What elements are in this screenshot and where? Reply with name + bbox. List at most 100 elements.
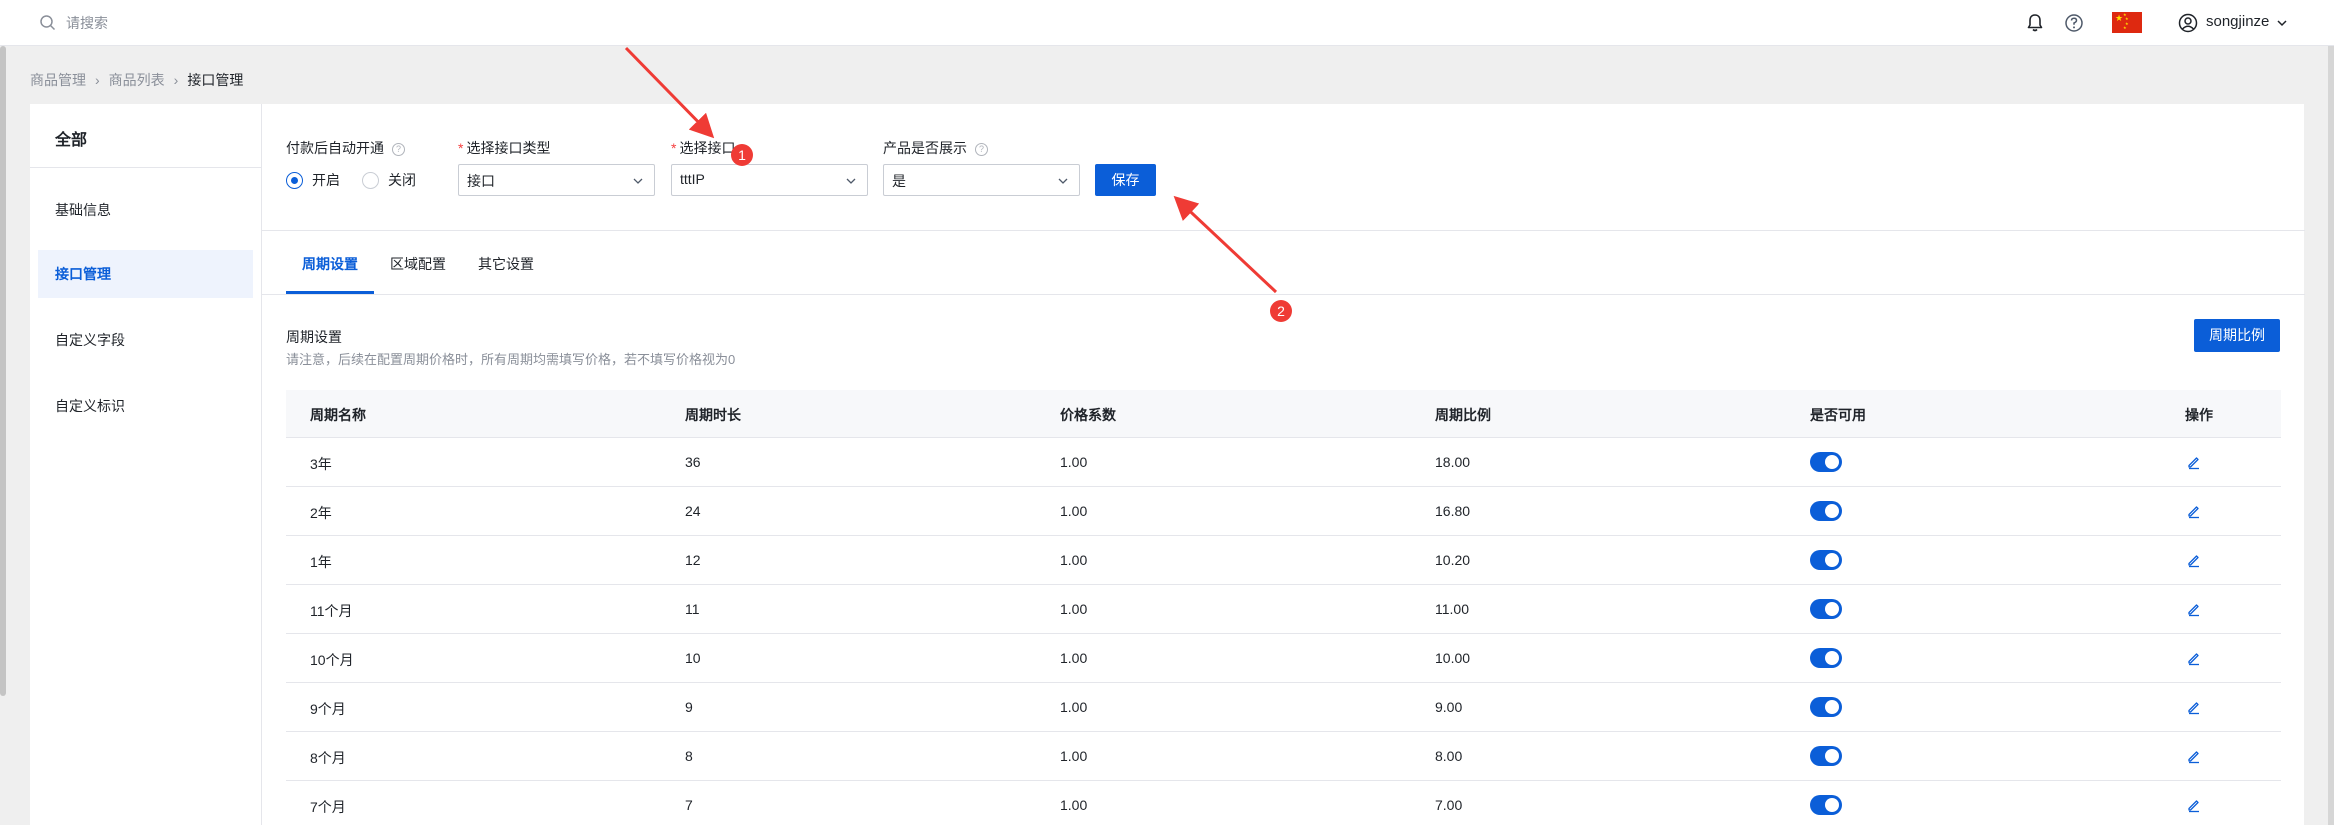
section-title: 周期设置 bbox=[286, 329, 342, 345]
period-ratio-button[interactable]: 周期比例 bbox=[2194, 319, 2280, 352]
enabled-toggle[interactable] bbox=[1810, 501, 1842, 521]
enabled-toggle[interactable] bbox=[1810, 697, 1842, 717]
edit-icon[interactable] bbox=[2186, 552, 2202, 568]
edit-icon[interactable] bbox=[2186, 699, 2202, 715]
edit-icon[interactable] bbox=[2186, 454, 2202, 470]
edit-icon[interactable] bbox=[2186, 503, 2202, 519]
sidebar-title: 全部 bbox=[30, 104, 261, 168]
left-scrollbar[interactable] bbox=[0, 46, 6, 696]
breadcrumb-item[interactable]: 商品列表 bbox=[109, 70, 165, 90]
tab-other-settings[interactable]: 其它设置 bbox=[478, 254, 534, 274]
table-cell: 36 bbox=[685, 454, 701, 470]
user-name[interactable]: songjinze bbox=[2206, 13, 2269, 30]
radio-off[interactable]: 关闭 bbox=[362, 170, 416, 190]
auto-open-label: 付款后自动开通? bbox=[286, 138, 405, 158]
question-icon[interactable]: ? bbox=[392, 142, 405, 156]
table-cell: 7.00 bbox=[1435, 797, 1463, 813]
table-row: 10个月 10 1.00 10.00 bbox=[286, 634, 2281, 683]
show-value: 是 bbox=[892, 173, 906, 189]
iface-select[interactable]: tttIP bbox=[671, 164, 868, 196]
table-cell: 1.00 bbox=[1060, 650, 1088, 666]
iface-type-label-text: 选择接口类型 bbox=[466, 140, 551, 156]
section-note: 请注意，后续在配置周期价格时，所有周期均需填写价格，若不填写价格视为0 bbox=[286, 352, 736, 367]
table-cell: 16.80 bbox=[1435, 503, 1471, 519]
chevron-down-icon[interactable] bbox=[2276, 17, 2288, 29]
iface-type-label: * 选择接口类型 bbox=[458, 138, 550, 158]
table-row: 3年 36 1.00 18.00 bbox=[286, 438, 2281, 487]
sidebar-item-interface-management[interactable]: 接口管理 bbox=[38, 250, 253, 298]
table-cell: 1.00 bbox=[1060, 503, 1088, 519]
edit-icon[interactable] bbox=[2186, 650, 2202, 666]
column-header: 周期时长 bbox=[685, 407, 741, 423]
radio-on-label: 开启 bbox=[312, 172, 340, 188]
table-cell: 24 bbox=[685, 503, 701, 519]
table-row: 2年 24 1.00 16.80 bbox=[286, 487, 2281, 536]
table-row: 8个月 8 1.00 8.00 bbox=[286, 732, 2281, 781]
table-cell: 7 bbox=[685, 797, 693, 813]
show-label: 产品是否展示? bbox=[883, 138, 988, 158]
tab-region-config[interactable]: 区域配置 bbox=[390, 254, 446, 274]
sidebar-item-basic-info[interactable]: 基础信息 bbox=[38, 186, 253, 234]
table-cell: 11 bbox=[685, 601, 700, 617]
table-cell: 10个月 bbox=[310, 652, 354, 668]
iface-type-select[interactable]: 接口 bbox=[458, 164, 655, 196]
radio-checked-icon[interactable] bbox=[286, 171, 303, 189]
edit-icon[interactable] bbox=[2186, 797, 2202, 813]
required-mark: * bbox=[671, 140, 677, 156]
iface-value: tttIP bbox=[680, 171, 705, 187]
enabled-toggle[interactable] bbox=[1810, 648, 1842, 668]
column-header: 操作 bbox=[2185, 407, 2213, 423]
table-cell: 1.00 bbox=[1060, 797, 1088, 813]
table-cell: 3年 bbox=[310, 456, 332, 472]
table-cell: 8.00 bbox=[1435, 748, 1463, 764]
save-button[interactable]: 保存 bbox=[1095, 164, 1156, 196]
annotation-badge: 1 bbox=[731, 144, 753, 166]
tab-period-settings[interactable]: 周期设置 bbox=[302, 254, 358, 274]
search-input[interactable]: 请搜索 bbox=[66, 13, 108, 33]
table-cell: 1.00 bbox=[1060, 699, 1088, 715]
table-cell: 11.00 bbox=[1435, 601, 1469, 617]
table-row: 9个月 9 1.00 9.00 bbox=[286, 683, 2281, 732]
edit-icon[interactable] bbox=[2186, 601, 2202, 617]
help-icon[interactable] bbox=[2062, 11, 2086, 35]
enabled-toggle[interactable] bbox=[1810, 452, 1842, 472]
sidebar-item-custom-fields[interactable]: 自定义字段 bbox=[38, 316, 253, 364]
breadcrumb: 商品管理 › 商品列表 › 接口管理 bbox=[30, 70, 243, 90]
table-row: 11个月 11 1.00 11.00 bbox=[286, 585, 2281, 634]
table-cell: 10.20 bbox=[1435, 552, 1471, 568]
edit-icon[interactable] bbox=[2186, 748, 2202, 764]
column-header: 周期比例 bbox=[1435, 407, 1491, 423]
enabled-toggle[interactable] bbox=[1810, 550, 1842, 570]
table-cell: 18.00 bbox=[1435, 454, 1471, 470]
right-scrollbar[interactable] bbox=[2328, 46, 2334, 825]
question-icon[interactable]: ? bbox=[975, 142, 988, 156]
table-cell: 12 bbox=[685, 552, 701, 568]
table-row: 1年 12 1.00 10.20 bbox=[286, 536, 2281, 585]
sidebar-item-custom-tags[interactable]: 自定义标识 bbox=[38, 382, 253, 430]
china-flag-icon[interactable]: ★ ★ ★ ★ ★ bbox=[2112, 12, 2142, 33]
enabled-toggle[interactable] bbox=[1810, 795, 1842, 815]
table-cell: 1.00 bbox=[1060, 748, 1088, 764]
table-cell: 7个月 bbox=[310, 799, 346, 815]
table-cell: 11个月 bbox=[310, 603, 353, 619]
table-cell: 1.00 bbox=[1060, 552, 1088, 568]
iface-type-value: 接口 bbox=[467, 173, 495, 189]
table-cell: 10.00 bbox=[1435, 650, 1471, 666]
show-label-text: 产品是否展示 bbox=[883, 140, 967, 156]
radio-unchecked-icon[interactable] bbox=[362, 171, 379, 189]
user-icon[interactable] bbox=[2177, 12, 2199, 34]
table-cell: 8个月 bbox=[310, 750, 346, 766]
divider bbox=[262, 230, 2305, 231]
search-icon[interactable] bbox=[38, 13, 58, 33]
auto-open-label-text: 付款后自动开通 bbox=[286, 140, 384, 156]
enabled-toggle[interactable] bbox=[1810, 599, 1842, 619]
show-select[interactable]: 是 bbox=[883, 164, 1080, 196]
bell-icon[interactable] bbox=[2023, 11, 2047, 35]
enabled-toggle[interactable] bbox=[1810, 746, 1842, 766]
radio-on[interactable]: 开启 bbox=[286, 170, 340, 190]
table-body: 3年 36 1.00 18.00 2年 24 1.00 16.80 1年 12 1.00 10.20 1… bbox=[286, 438, 2281, 825]
table-cell: 9.00 bbox=[1435, 699, 1463, 715]
table-row: 7个月 7 1.00 7.00 bbox=[286, 781, 2281, 825]
table-cell: 9 bbox=[685, 699, 693, 715]
breadcrumb-item[interactable]: 商品管理 bbox=[30, 70, 86, 90]
